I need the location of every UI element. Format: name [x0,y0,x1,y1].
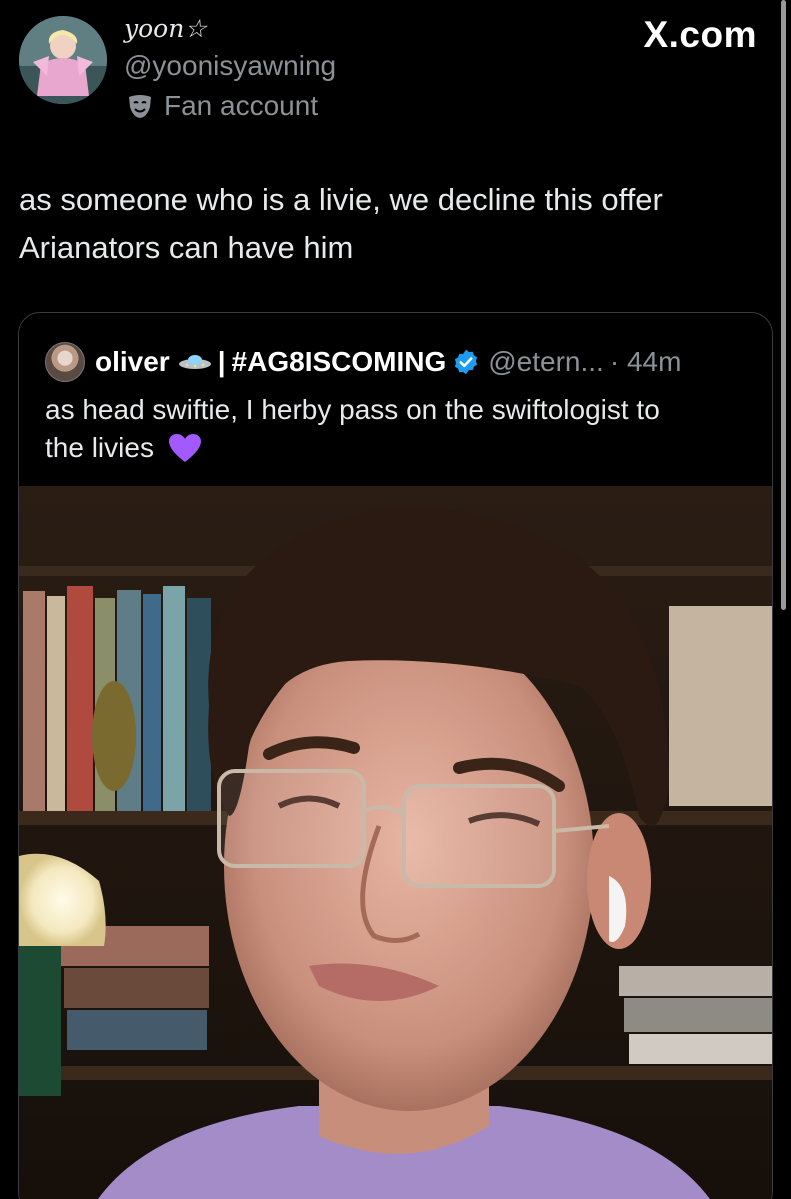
ufo-emoji-icon [178,355,211,369]
quoted-text-line-2-words: the livies [45,432,154,463]
tweet-line-2: Arianators can have him [19,230,354,265]
purple-heart-icon [168,434,201,462]
fan-account-text: Fan account [164,90,319,121]
quoted-tweet-header: oliver | #AG8ISCOMING @etern... · 44m [45,342,681,382]
theater-mask-icon [129,95,151,118]
quoted-avatar[interactable] [45,342,85,382]
quoted-text-line-2: the livies [45,429,745,467]
quoted-tweet-card[interactable]: oliver | #AG8ISCOMING @etern... · 44m as… [18,312,773,1199]
quoted-hashtag: #AG8ISCOMING [231,346,447,377]
display-name[interactable]: yoon☆ [124,14,207,43]
fan-account-label: Fan account [126,90,318,122]
video-still-illustration [19,486,772,1199]
quoted-separator: | [217,346,226,377]
site-watermark: X.com [643,14,757,55]
avatar-image [19,16,107,104]
quoted-handle[interactable]: @etern... [488,346,604,378]
scrollbar[interactable] [781,0,786,610]
quoted-timestamp[interactable]: · 44m [610,346,682,378]
tweet-line-1: as someone who is a livie, we decline th… [19,182,663,217]
avatar[interactable] [19,16,107,104]
quoted-text-line-1: as head swiftie, I herby pass on the swi… [45,394,660,425]
quoted-display-name[interactable]: oliver [95,346,170,378]
screenshot: yoon☆ @yoonisyawning Fan account X.com a… [0,0,791,1199]
tweet-text: as someone who is a livie, we decline th… [19,176,759,272]
verified-badge-icon [455,349,478,375]
quoted-media-image[interactable] [19,486,772,1199]
quoted-tweet-text: as head swiftie, I herby pass on the swi… [45,391,745,467]
user-handle[interactable]: @yoonisyawning [124,50,336,82]
